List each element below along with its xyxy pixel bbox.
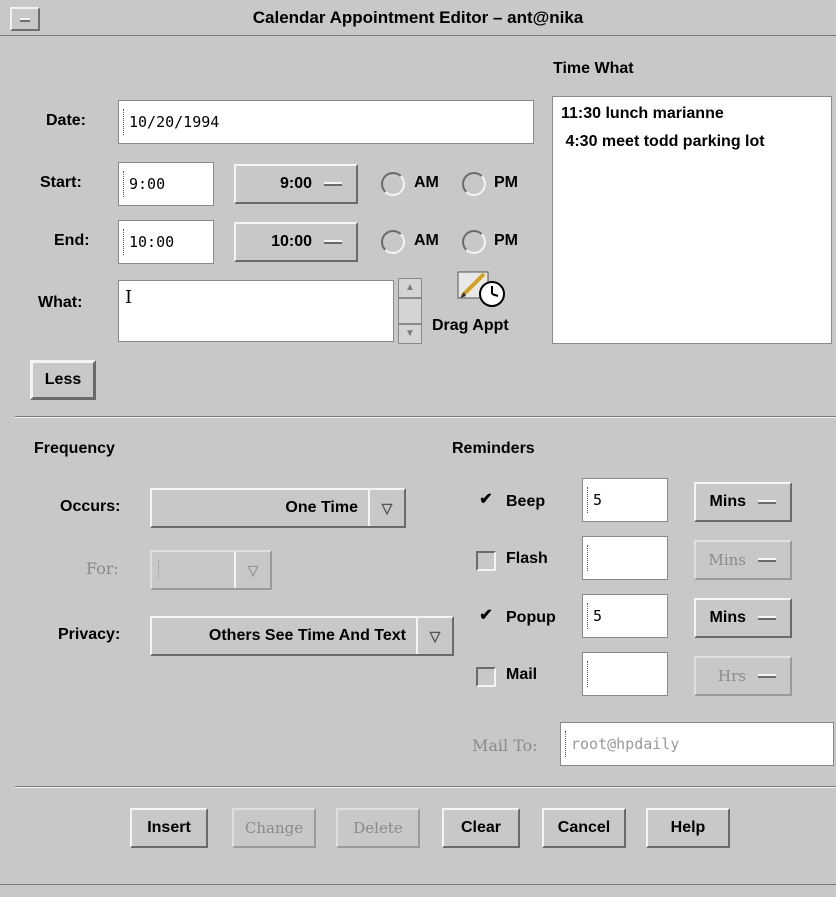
date-input[interactable]: 10/20/1994 [118,100,534,144]
end-label: End: [54,232,90,249]
date-label: Date: [46,112,87,129]
text-cursor-icon [158,560,159,580]
end-pm-radio[interactable] [462,230,486,254]
option-menu-icon [758,500,776,504]
start-time-value: 9:00 [129,175,166,193]
popup-amount-value: 5 [593,607,603,625]
end-time-menu[interactable]: 10:00 [234,222,358,262]
help-button[interactable]: Help [646,808,730,848]
popup-unit-label: Mins [709,609,746,626]
start-time-menu[interactable]: 9:00 [234,164,358,204]
end-time-value: 10:00 [129,233,175,251]
drag-appt-label: Drag Appt [432,317,509,334]
drag-appointment-icon[interactable] [452,266,508,310]
beep-amount-input[interactable]: 5 [582,478,668,522]
flash-checkbox[interactable] [476,551,496,571]
start-label: Start: [40,174,82,191]
mailto-input[interactable]: root@hpdaily [560,722,834,766]
list-item[interactable]: 11:30 lunch marianne [561,105,724,123]
frequency-heading: Frequency [34,440,115,457]
beep-label: Beep [506,493,546,510]
mail-unit-label: Hrs [718,667,746,685]
privacy-value: Others See Time And Text [208,627,406,644]
what-scrollbar[interactable]: ▲ ▼ [398,278,422,344]
occurs-value: One Time [285,499,358,516]
flash-label: Flash [506,550,548,567]
end-menu-label: 10:00 [271,233,312,250]
what-label: What: [38,294,83,311]
beep-amount-value: 5 [593,491,603,509]
end-time-input[interactable]: 10:00 [118,220,214,264]
option-menu-icon [758,616,776,620]
start-pm-label: PM [494,174,518,191]
flash-amount-input[interactable] [582,536,668,580]
end-pm-label: PM [494,232,518,249]
window-title: Calendar Appointment Editor – ant@nika [252,8,584,27]
start-pm-radio[interactable] [462,172,486,196]
start-time-input[interactable]: 9:00 [118,162,214,206]
beep-unit-menu[interactable]: Mins [694,482,792,522]
insert-button[interactable]: Insert [130,808,208,848]
dropdown-arrow-icon[interactable]: ▽ [234,552,270,588]
flash-unit-label: Mins [708,551,746,569]
mail-label: Mail [506,666,538,683]
text-cursor-icon: I [125,287,133,308]
dropdown-arrow-icon[interactable]: ▽ [416,618,452,654]
dropdown-arrow-icon[interactable]: ▽ [368,490,404,526]
mail-unit-menu[interactable]: Hrs [694,656,792,696]
mailto-label: Mail To: [472,736,538,755]
start-am-label: AM [414,174,439,191]
option-menu-icon [758,558,776,562]
clear-button[interactable]: Clear [442,808,520,848]
scroll-up-icon[interactable]: ▲ [398,278,422,298]
divider [15,416,836,418]
scroll-down-icon[interactable]: ▼ [398,324,422,344]
popup-amount-input[interactable]: 5 [582,594,668,638]
option-menu-icon [324,182,342,186]
popup-unit-menu[interactable]: Mins [694,598,792,638]
what-textarea[interactable]: I [118,280,394,342]
list-item[interactable]: 4:30 meet todd parking lot [561,133,764,151]
window-bottom-edge [0,884,836,897]
for-combo[interactable]: ▽ [150,550,272,590]
divider [15,786,836,788]
scroll-thumb[interactable] [398,298,422,324]
date-value: 10/20/1994 [129,113,220,131]
start-am-radio[interactable] [381,172,405,196]
occurs-label: Occurs: [60,498,121,515]
checkmark-icon: ✔ [479,491,493,508]
delete-button[interactable]: Delete [336,808,420,848]
for-label: For: [86,559,119,578]
option-menu-icon [324,240,342,244]
occurs-combo[interactable]: One Time ▽ [150,488,406,528]
less-button[interactable]: Less [30,360,96,400]
privacy-label: Privacy: [58,626,121,643]
change-button[interactable]: Change [232,808,316,848]
beep-unit-label: Mins [709,493,746,510]
checkmark-icon: ✔ [479,607,493,624]
flash-unit-menu[interactable]: Mins [694,540,792,580]
cancel-button[interactable]: Cancel [542,808,626,848]
start-menu-label: 9:00 [279,175,312,192]
beep-checkbox[interactable]: ✔ [476,492,496,512]
mail-checkbox[interactable] [476,667,496,687]
end-am-radio[interactable] [381,230,405,254]
list-header: Time What [553,60,634,77]
option-menu-icon [758,674,776,678]
reminders-heading: Reminders [452,440,535,457]
appointment-list[interactable]: 11:30 lunch marianne 4:30 meet todd park… [552,96,832,344]
popup-checkbox[interactable]: ✔ [476,608,496,628]
end-am-label: AM [414,232,439,249]
mail-amount-input[interactable] [582,652,668,696]
privacy-combo[interactable]: Others See Time And Text ▽ [150,616,454,656]
mailto-value: root@hpdaily [571,735,680,753]
popup-label: Popup [506,609,556,626]
